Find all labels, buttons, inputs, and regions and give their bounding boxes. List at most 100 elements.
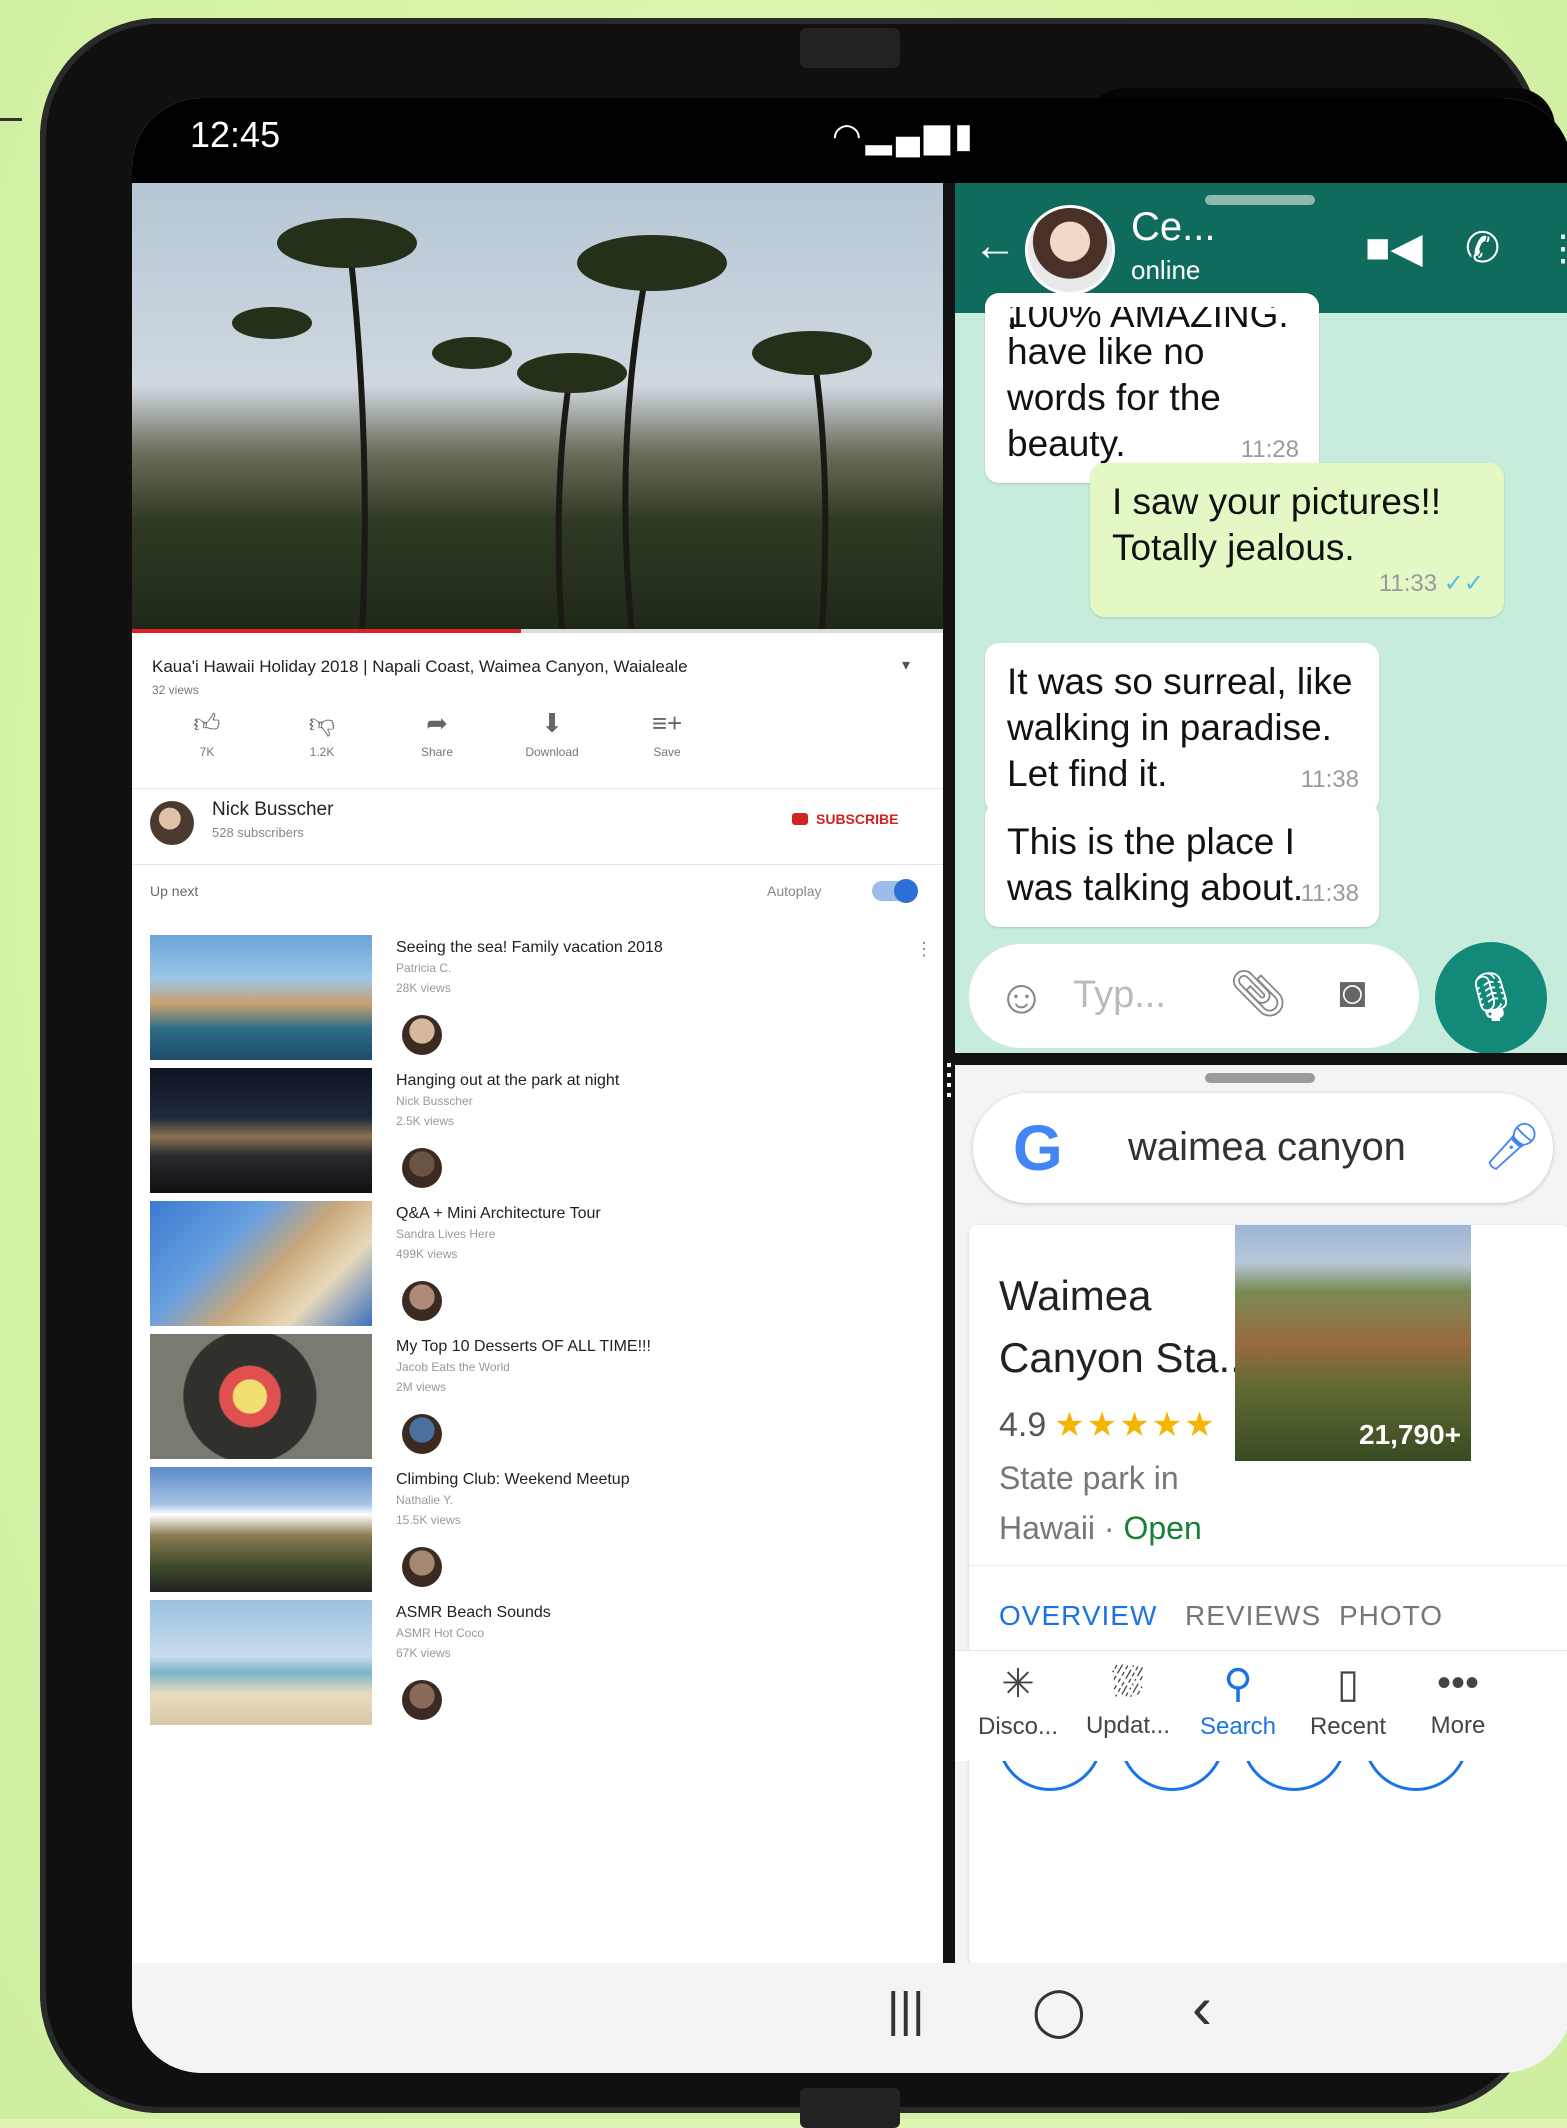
- save-label: Save: [653, 745, 681, 759]
- recommendation-thumbnail[interactable]: [150, 1467, 372, 1592]
- nav-label: More: [1430, 1712, 1486, 1739]
- recommendation-avatar[interactable]: [402, 1414, 442, 1454]
- recommendation-channel: ASMR Hot Coco: [396, 1626, 485, 1640]
- video-actions: 👍︎ 7K 👎︎ 1.2K ➦ Share ⬇ Download ≡+ Save: [152, 708, 922, 778]
- contact-name[interactable]: Ce...: [1131, 205, 1215, 250]
- expand-chevron-icon[interactable]: ▾: [902, 655, 910, 675]
- recommendation-views: 67K views: [396, 1646, 451, 1660]
- mic-button[interactable]: 🎙︎: [1435, 942, 1547, 1053]
- subscribe-label: SUBSCRIBE: [816, 811, 899, 827]
- contact-status: online: [1131, 255, 1201, 285]
- recommendation-avatar[interactable]: [402, 1680, 442, 1720]
- like-button[interactable]: 👍︎ 7K: [152, 708, 262, 759]
- nav-discover[interactable]: ✳ Disco...: [963, 1661, 1073, 1741]
- recommendation-views: 2.5K views: [396, 1114, 455, 1128]
- place-info: State park in Hawaii · Open: [999, 1460, 1202, 1546]
- video-call-icon[interactable]: ■◀: [1365, 223, 1423, 272]
- message-time: 11:38: [1300, 766, 1359, 793]
- emoji-icon[interactable]: ☺: [997, 970, 1046, 1025]
- video-progress[interactable]: [132, 629, 943, 633]
- tab-reviews[interactable]: REVIEWS: [1185, 1600, 1321, 1632]
- battery-icon: ▮: [954, 117, 977, 155]
- pane-handle[interactable]: [1205, 195, 1315, 205]
- save-icon: ≡+: [651, 708, 683, 738]
- place-rating: 4.9 ★★★★★: [999, 1406, 1217, 1444]
- recommendation-avatar[interactable]: [402, 1281, 442, 1321]
- contact-avatar[interactable]: [1025, 205, 1115, 295]
- home-icon[interactable]: ◯: [1032, 1983, 1086, 2039]
- message-time: 11:33 ✓✓: [1378, 570, 1484, 597]
- back-arrow-icon[interactable]: ←: [973, 221, 1017, 271]
- recommendation-thumbnail[interactable]: [150, 1068, 372, 1193]
- recommendation-thumbnail[interactable]: [150, 1334, 372, 1459]
- back-icon[interactable]: ‹: [1192, 1973, 1212, 2042]
- split-divider-horizontal[interactable]: [955, 1053, 1567, 1065]
- autoplay-toggle[interactable]: [872, 879, 918, 903]
- place-card: Waimea Canyon Sta... 4.9 ★★★★★ State park…: [969, 1225, 1567, 1963]
- autoplay-label: Autoplay: [767, 883, 822, 899]
- recommendation-thumbnail[interactable]: [150, 1201, 372, 1326]
- recommendation-channel: Nick Busscher: [396, 1094, 473, 1108]
- split-divider-vertical[interactable]: [943, 183, 955, 1963]
- recommendation-views: 15.5K views: [396, 1513, 461, 1527]
- subscribe-button[interactable]: SUBSCRIBE: [792, 811, 898, 827]
- open-status: Open: [1123, 1510, 1202, 1546]
- recommendation-thumbnail[interactable]: [150, 935, 372, 1060]
- recommendation-channel: Patricia C.: [396, 961, 452, 975]
- recommendation-avatar[interactable]: [402, 1547, 442, 1587]
- message-bubble[interactable]: 100% AMAZING. I have like no words for t…: [985, 293, 1319, 483]
- nav-search[interactable]: ⚲ Search: [1183, 1661, 1293, 1741]
- voice-search-icon[interactable]: 🎤︎: [1483, 1119, 1541, 1174]
- signal-icon: ▂▄▆: [865, 117, 955, 155]
- recommendation-item[interactable]: Q&A + Mini Architecture Tour Sandra Lives…: [150, 1201, 930, 1341]
- recommendation-item[interactable]: ASMR Beach Sounds ASMR Hot Coco 67K views: [150, 1600, 930, 1740]
- divider-handle[interactable]: [947, 1063, 951, 1103]
- more-vert-icon[interactable]: ⋮: [915, 939, 933, 960]
- share-icon: ➦: [426, 708, 448, 738]
- tab-overview[interactable]: OVERVIEW: [999, 1600, 1157, 1632]
- channel-name[interactable]: Nick Busscher: [212, 799, 333, 821]
- camera-icon[interactable]: ◙: [1339, 968, 1366, 1018]
- video-player[interactable]: [132, 183, 943, 633]
- recent-icon: ▯: [1336, 1662, 1359, 1706]
- google-logo-icon: G: [1013, 1112, 1063, 1184]
- hinge-bottom: [800, 2088, 900, 2128]
- save-button[interactable]: ≡+ Save: [612, 708, 722, 759]
- message-input[interactable]: ☺ Typ... 📎︎ ◙: [969, 944, 1419, 1048]
- nav-updates[interactable]: ⛆ Updat...: [1073, 1661, 1183, 1740]
- more-vert-icon[interactable]: ⋮: [1545, 227, 1567, 269]
- pane-handle[interactable]: [1205, 1073, 1315, 1083]
- message-bubble[interactable]: It was so surreal, like walking in parad…: [985, 643, 1379, 813]
- recents-icon[interactable]: |||: [887, 1983, 924, 2038]
- search-icon: ⚲: [1223, 1662, 1253, 1706]
- attach-icon[interactable]: 📎︎: [1229, 966, 1287, 1021]
- tab-photos[interactable]: PHOTO: [1339, 1600, 1443, 1632]
- recommendation-item[interactable]: Climbing Club: Weekend Meetup Nathalie Y.…: [150, 1467, 930, 1607]
- channel-avatar[interactable]: [150, 801, 194, 845]
- chat-pane: ← Ce... online ■◀ ✆ ⋮ 100% AMAZING. I ha…: [955, 183, 1567, 1053]
- recommendation-avatar[interactable]: [402, 1148, 442, 1188]
- recommendation-avatar[interactable]: [402, 1015, 442, 1055]
- nav-label: Updat...: [1085, 1712, 1171, 1739]
- nav-label: Search: [1199, 1713, 1277, 1740]
- share-button[interactable]: ➦ Share: [382, 708, 492, 759]
- google-bottom-nav: ✳ Disco... ⛆ Updat... ⚲ Search ▯ Recent ••• M…: [955, 1650, 1567, 1761]
- nav-recent[interactable]: ▯ Recent: [1293, 1661, 1403, 1741]
- dislike-count: 1.2K: [309, 745, 335, 759]
- message-bubble[interactable]: This is the place I was talking about. 1…: [985, 803, 1379, 927]
- download-button[interactable]: ⬇ Download: [497, 708, 607, 759]
- like-count: 7K: [199, 745, 215, 759]
- recommendation-item[interactable]: Hanging out at the park at night Nick Bus…: [150, 1068, 930, 1208]
- dislike-button[interactable]: 👎︎ 1.2K: [267, 708, 377, 759]
- nav-more[interactable]: ••• More: [1403, 1661, 1513, 1740]
- phone-frame: 12:45 ◠▂▄▆▮ Kaua'i Hawaii Holiday 2018 |…: [40, 18, 1567, 2128]
- recommendation-item[interactable]: My Top 10 Desserts OF ALL TIME!!! Jacob E…: [150, 1334, 930, 1474]
- message-bubble[interactable]: I saw your pictures!! Totally jealous. 1…: [1090, 463, 1504, 617]
- phone-call-icon[interactable]: ✆: [1465, 223, 1500, 272]
- place-photo[interactable]: 21,790+: [1235, 1225, 1471, 1461]
- google-search-bar[interactable]: G waimea canyon 🎤︎: [973, 1093, 1553, 1203]
- recommendation-thumbnail[interactable]: [150, 1600, 372, 1725]
- search-query[interactable]: waimea canyon: [1128, 1125, 1406, 1170]
- recommendation-item[interactable]: Seeing the sea! Family vacation 2018 Patr…: [150, 935, 933, 1075]
- thumb-up-icon: 👍︎: [193, 708, 221, 738]
